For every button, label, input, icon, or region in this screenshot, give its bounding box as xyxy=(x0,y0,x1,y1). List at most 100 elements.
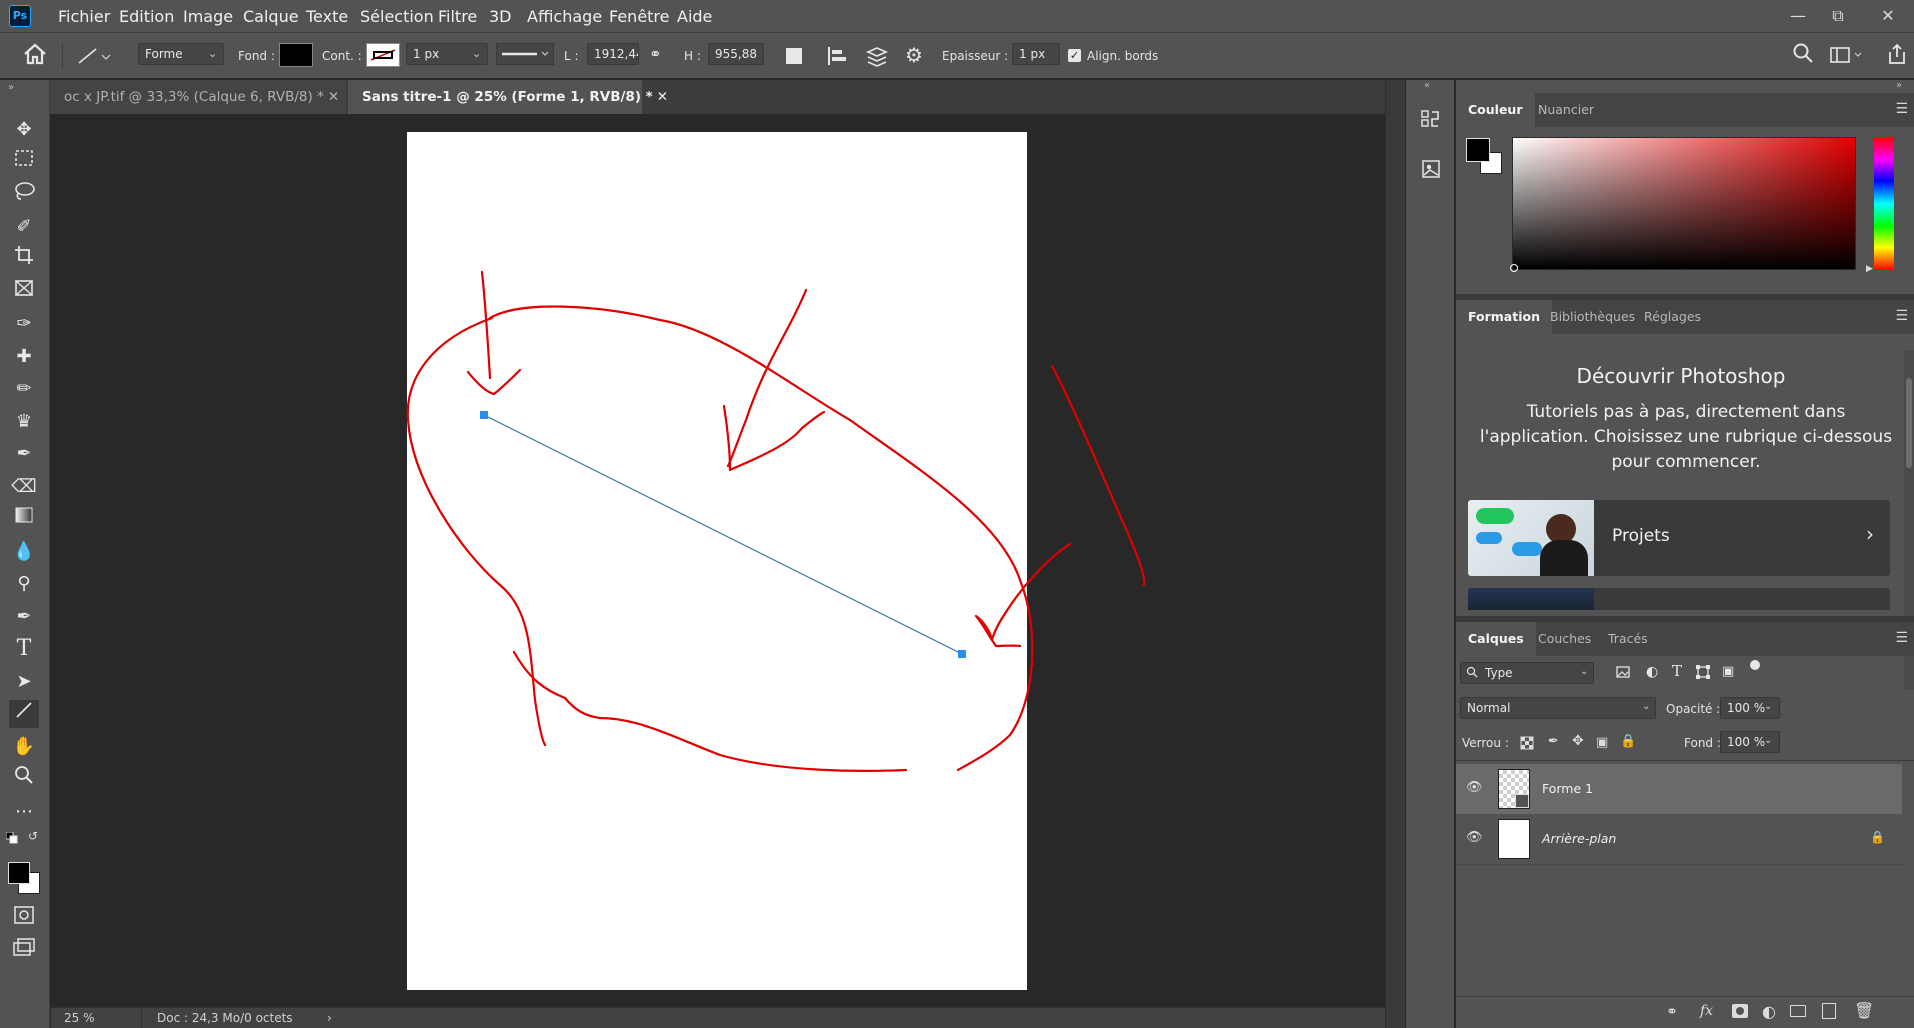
tab-document-1[interactable]: oc x JP.tif @ 33,3% (Calque 6, RVB/8) * ✕ xyxy=(50,80,346,114)
filter-type-icon[interactable]: T xyxy=(1672,662,1682,680)
lock-position-icon[interactable]: ✥ xyxy=(1572,733,1584,749)
filter-smart-object-icon[interactable]: ▣ xyxy=(1722,664,1734,679)
tab-couches[interactable]: Couches xyxy=(1526,622,1603,656)
menu-3d[interactable]: 3D xyxy=(489,7,512,26)
new-layer-icon[interactable] xyxy=(1822,1003,1836,1019)
lasso-tool-icon[interactable] xyxy=(9,181,39,209)
menu-fenetre[interactable]: Fenêtre xyxy=(609,7,670,26)
collapse-icon[interactable]: » xyxy=(8,82,14,93)
group-folder-icon[interactable] xyxy=(1790,1005,1806,1017)
share-icon[interactable] xyxy=(1886,43,1908,68)
eyedropper-tool-icon[interactable]: ✑ xyxy=(9,310,39,338)
menu-selection[interactable]: Sélection xyxy=(360,7,434,26)
menu-calque[interactable]: Calque xyxy=(243,7,299,26)
swap-colors-icon[interactable]: ↺ xyxy=(28,829,38,843)
layer-row-arriere-plan[interactable]: 👁 Arrière-plan 🔒 xyxy=(1456,814,1902,864)
panel-menu-icon[interactable]: ☰ xyxy=(1895,630,1908,646)
color-swatches[interactable] xyxy=(8,862,44,898)
menu-image[interactable]: Image xyxy=(183,7,233,26)
foreground-color-swatch[interactable] xyxy=(1466,138,1490,162)
visibility-eye-icon[interactable]: 👁 xyxy=(1466,830,1483,845)
dodge-tool-icon[interactable]: ⚲ xyxy=(9,570,39,598)
menu-fichier[interactable]: Fichier xyxy=(58,7,110,26)
layer-filter-select[interactable]: Type xyxy=(1460,662,1594,684)
minimize-icon[interactable]: — xyxy=(1778,3,1818,29)
close-icon[interactable]: ✕ xyxy=(657,89,668,105)
layer-name[interactable]: Forme 1 xyxy=(1542,781,1593,796)
zoom-level[interactable]: 25 % xyxy=(64,1011,95,1025)
path-operations-icon[interactable] xyxy=(786,48,802,64)
lock-artboard-icon[interactable]: ▣ xyxy=(1596,735,1608,750)
collapse-icon[interactable]: « xyxy=(1424,80,1430,91)
layer-name[interactable]: Arrière-plan xyxy=(1542,831,1616,846)
healing-brush-tool-icon[interactable]: ✚ xyxy=(9,343,39,371)
history-panel-icon[interactable] xyxy=(1418,108,1444,134)
color-field[interactable] xyxy=(1510,137,1856,272)
hue-slider-handle[interactable]: ▶ xyxy=(1866,264,1873,274)
pen-tool-icon[interactable]: ✒ xyxy=(9,603,39,631)
screen-mode-icon[interactable] xyxy=(9,937,39,965)
default-colors-icon[interactable] xyxy=(5,831,18,844)
path-arrangement-icon[interactable] xyxy=(864,44,890,71)
more-tools-icon[interactable]: ⋯ xyxy=(9,798,39,826)
tab-calques[interactable]: Calques xyxy=(1456,622,1536,656)
document-canvas[interactable] xyxy=(407,132,1027,990)
lock-all-icon[interactable]: 🔒 xyxy=(1620,734,1636,749)
menu-filtre[interactable]: Filtre xyxy=(438,7,477,26)
tab-reglages[interactable]: Réglages xyxy=(1632,300,1713,334)
workspace-icon[interactable] xyxy=(1830,45,1864,68)
close-icon[interactable]: ✕ xyxy=(328,89,339,105)
menu-aide[interactable]: Aide xyxy=(677,7,712,26)
eraser-tool-icon[interactable]: ⌫ xyxy=(9,473,39,501)
quick-mask-icon[interactable] xyxy=(9,905,39,933)
align-edges-checkbox[interactable]: ✓ xyxy=(1068,49,1081,62)
stroke-type-select[interactable] xyxy=(496,43,554,65)
home-icon[interactable] xyxy=(22,43,48,69)
close-icon[interactable]: ✕ xyxy=(1868,3,1908,29)
stroke-swatch[interactable] xyxy=(366,43,400,67)
path-selection-tool-icon[interactable]: ➤ xyxy=(9,668,39,696)
line-tool-preset-icon[interactable] xyxy=(76,45,116,67)
crop-tool-icon[interactable] xyxy=(9,245,39,273)
menu-edition[interactable]: Edition xyxy=(119,7,174,26)
weight-field[interactable]: 1 px xyxy=(1012,43,1060,65)
gear-icon[interactable]: ⚙ xyxy=(905,43,923,67)
lock-transparency-icon[interactable] xyxy=(1520,736,1534,753)
tab-nuancier[interactable]: Nuancier xyxy=(1526,93,1606,127)
canvas-scrollbar[interactable] xyxy=(1385,80,1405,1028)
tab-document-2[interactable]: Sans titre-1 @ 25% (Forme 1, RVB/8) * ✕ xyxy=(348,80,668,114)
filter-shape-icon[interactable] xyxy=(1696,665,1710,682)
tab-couleur[interactable]: Couleur xyxy=(1456,93,1535,127)
fill-swatch[interactable] xyxy=(279,43,313,67)
tab-bibliotheques[interactable]: Bibliothèques xyxy=(1538,300,1647,334)
adjustment-layer-icon[interactable]: ◐ xyxy=(1762,1002,1776,1021)
zoom-tool-icon[interactable] xyxy=(9,765,39,793)
link-layers-icon[interactable]: ⚭ xyxy=(1666,1004,1678,1020)
add-mask-icon[interactable] xyxy=(1732,1004,1748,1018)
width-field[interactable]: 1912,44 xyxy=(587,43,639,65)
brush-tool-icon[interactable]: ✏ xyxy=(9,375,39,403)
hue-slider[interactable] xyxy=(1874,137,1894,270)
collapse-icon[interactable]: » xyxy=(1896,80,1902,91)
move-tool-icon[interactable]: ✥ xyxy=(9,116,39,144)
lock-pixels-icon[interactable]: ✒ xyxy=(1548,734,1559,749)
filter-pixel-icon[interactable] xyxy=(1616,665,1630,679)
filter-adjustment-icon[interactable]: ◐ xyxy=(1646,664,1658,680)
panel-menu-icon[interactable]: ☰ xyxy=(1895,308,1908,324)
link-icon[interactable]: ⚭ xyxy=(649,45,662,63)
visibility-eye-icon[interactable]: 👁 xyxy=(1466,780,1483,795)
history-brush-tool-icon[interactable]: ✒ xyxy=(9,440,39,468)
filter-toggle-icon[interactable] xyxy=(1750,660,1760,670)
projects-card[interactable]: Projets › xyxy=(1468,500,1890,576)
path-alignment-icon[interactable] xyxy=(826,45,848,70)
height-field[interactable]: 955,88 xyxy=(708,43,764,65)
second-card[interactable] xyxy=(1468,588,1890,610)
panel-menu-icon[interactable]: ☰ xyxy=(1895,101,1908,117)
status-menu-arrow[interactable]: › xyxy=(327,1011,332,1025)
menu-texte[interactable]: Texte xyxy=(306,7,348,26)
fx-icon[interactable]: fx xyxy=(1700,1003,1713,1019)
gradient-tool-icon[interactable] xyxy=(9,505,39,533)
layer-row-forme-1[interactable]: 👁 Forme 1 xyxy=(1456,764,1902,814)
clone-stamp-tool-icon[interactable]: ♛ xyxy=(9,408,39,436)
frame-tool-icon[interactable] xyxy=(9,278,39,306)
